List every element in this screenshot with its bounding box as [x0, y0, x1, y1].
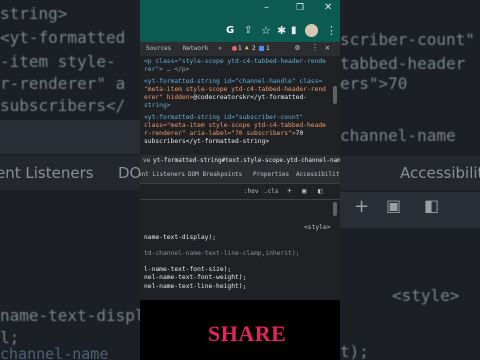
styles-scrollbar[interactable]: [333, 202, 337, 216]
bg-tab-label: ent Listeners: [0, 164, 94, 182]
dom-line[interactable]: <yt-formatted-string id="channel-handle"…: [144, 78, 322, 86]
bg-style-source: <style>: [392, 286, 460, 305]
google-icon[interactable]: G: [226, 25, 234, 36]
bg-code-line: subscribers</: [0, 96, 126, 115]
bg-tab-label: Accessibility: [400, 164, 480, 182]
bg-breadcrumb-band: [0, 120, 140, 154]
devtools-window: – ❐ ✕ G ⇪ ☆ ✱ ▮ ⋮ Sources Network » 1 ▲ …: [140, 0, 340, 360]
more-options-icon[interactable]: ⋮: [311, 44, 319, 52]
close-devtools-icon[interactable]: ✕: [325, 44, 330, 52]
styles-toolbar: :hov .cls + ▣ ◧: [140, 184, 340, 200]
elements-scrollbar[interactable]: [333, 86, 337, 104]
breadcrumb-item[interactable]: ve: [143, 157, 150, 165]
dom-line[interactable]: string>: [144, 102, 171, 110]
bg-code-line: <yt-formatted: [0, 28, 126, 47]
background-left: string> <yt-formatted -item style- r-ren…: [0, 0, 140, 360]
close-icon[interactable]: ✕: [324, 2, 332, 13]
warning-count[interactable]: 2: [252, 45, 256, 53]
bg-tab-label: DO: [118, 164, 140, 182]
bg-style-line: channel-name: [0, 345, 109, 360]
tab-event-listeners[interactable]: ent Listeners: [140, 171, 185, 179]
share-caption: SHARE: [208, 321, 287, 346]
class-toggle-button[interactable]: .cls: [264, 188, 278, 196]
dom-line[interactable]: class="meta-item style-scope ytd-c4-tabb…: [144, 122, 326, 130]
background-right: scriber-count" tabbed-header ers">70 cha…: [340, 0, 480, 360]
bg-code-line: string>: [0, 4, 68, 23]
add-rule-icon[interactable]: +: [287, 187, 292, 195]
styles-pane: <style> name-text-display); td-channel-n…: [140, 200, 340, 300]
style-declaration[interactable]: name-text-display);: [144, 234, 216, 242]
add-icon: +: [354, 196, 370, 217]
browser-toolbar: G ⇪ ☆ ✱ ▮ ⋮: [140, 20, 340, 42]
sidebar-tabs: ent Listeners DOM Breakpoints Properties…: [140, 168, 340, 184]
hover-state-button[interactable]: :hov: [244, 188, 258, 196]
breadcrumb-item[interactable]: yt-formatted-string#text.style-scope.ytd…: [153, 157, 340, 165]
devtools-tabs: Sources Network » 1 ▲ 2 1 ⚙ ⋮ ✕: [140, 42, 340, 57]
paint-icon[interactable]: ▣: [302, 187, 306, 195]
star-icon[interactable]: ☆: [261, 24, 271, 37]
tab-sources[interactable]: Sources: [146, 45, 171, 53]
error-count[interactable]: 1: [238, 45, 242, 53]
bg-code-line: tabbed-header: [340, 54, 466, 73]
style-declaration[interactable]: l-name-text-font-size);: [144, 266, 231, 274]
settings-icon[interactable]: ⚙: [295, 44, 300, 52]
sidebar-icon[interactable]: ▮: [291, 25, 297, 36]
extension-icon[interactable]: ✱: [277, 24, 286, 37]
bg-code-line: channel-name: [340, 126, 456, 145]
warning-icon: ▲: [245, 44, 249, 51]
style-declaration[interactable]: nel-name-text-font-weight);: [144, 274, 246, 282]
tab-network[interactable]: Network: [183, 45, 208, 53]
minimize-icon[interactable]: –: [264, 2, 269, 13]
more-tabs-icon[interactable]: »: [218, 45, 222, 53]
error-icon: [232, 46, 237, 51]
profile-avatar[interactable]: [305, 24, 318, 37]
bg-style-line: name-text-displa: [0, 306, 140, 325]
sidebar-toggle-icon: ◧: [424, 196, 440, 215]
share-icon[interactable]: ⇪: [244, 25, 252, 36]
bg-code-line: -item style-: [0, 52, 116, 71]
menu-icon[interactable]: ⋮: [326, 24, 337, 37]
dom-line[interactable]: "meta-item style-scope ytd-c4-tabbed-hea…: [144, 86, 326, 94]
dom-line[interactable]: <p class="style-scope ytd-c4-tabbed-head…: [144, 58, 326, 66]
tab-properties[interactable]: Properties: [253, 171, 289, 179]
tab-accessibility[interactable]: Accessibility: [296, 171, 340, 179]
style-declaration[interactable]: nel-name-text-line-height);: [144, 283, 246, 291]
bg-code-line: scriber-count": [340, 30, 475, 49]
style-declaration[interactable]: td-channel-name-text-line-clamp,inherit)…: [144, 250, 299, 258]
bg-code-line: ers">70: [340, 74, 408, 93]
dom-line[interactable]: subscribers</yt-formatted-string>: [144, 138, 269, 146]
sidebar-toggle-icon[interactable]: ◧: [318, 187, 322, 195]
dom-line[interactable]: r-renderer" aria-label="70 subscribers">…: [144, 130, 303, 138]
style-source-link[interactable]: <style>: [304, 224, 331, 232]
bg-style-line: t);: [340, 342, 369, 360]
info-count[interactable]: 1: [266, 45, 270, 53]
tab-dom-breakpoints[interactable]: DOM Breakpoints: [188, 171, 242, 179]
bg-code-line: r-renderer" a: [0, 74, 126, 93]
dom-line[interactable]: rer"> … </p>: [144, 66, 190, 74]
dom-line[interactable]: erer" hidden>@codecreatorskr</yt-formatt…: [144, 94, 307, 102]
breadcrumb: ve yt-formatted-string#text.style-scope.…: [140, 155, 340, 169]
paint-icon: ▣: [386, 196, 402, 215]
dom-line[interactable]: <yt-formatted-string id="subscriber-coun…: [144, 114, 303, 122]
elements-panel: <p class="style-scope ytd-c4-tabbed-head…: [140, 56, 340, 154]
info-icon: [259, 46, 264, 51]
window-titlebar: – ❐ ✕: [140, 0, 340, 20]
restore-icon[interactable]: ❐: [296, 3, 304, 13]
